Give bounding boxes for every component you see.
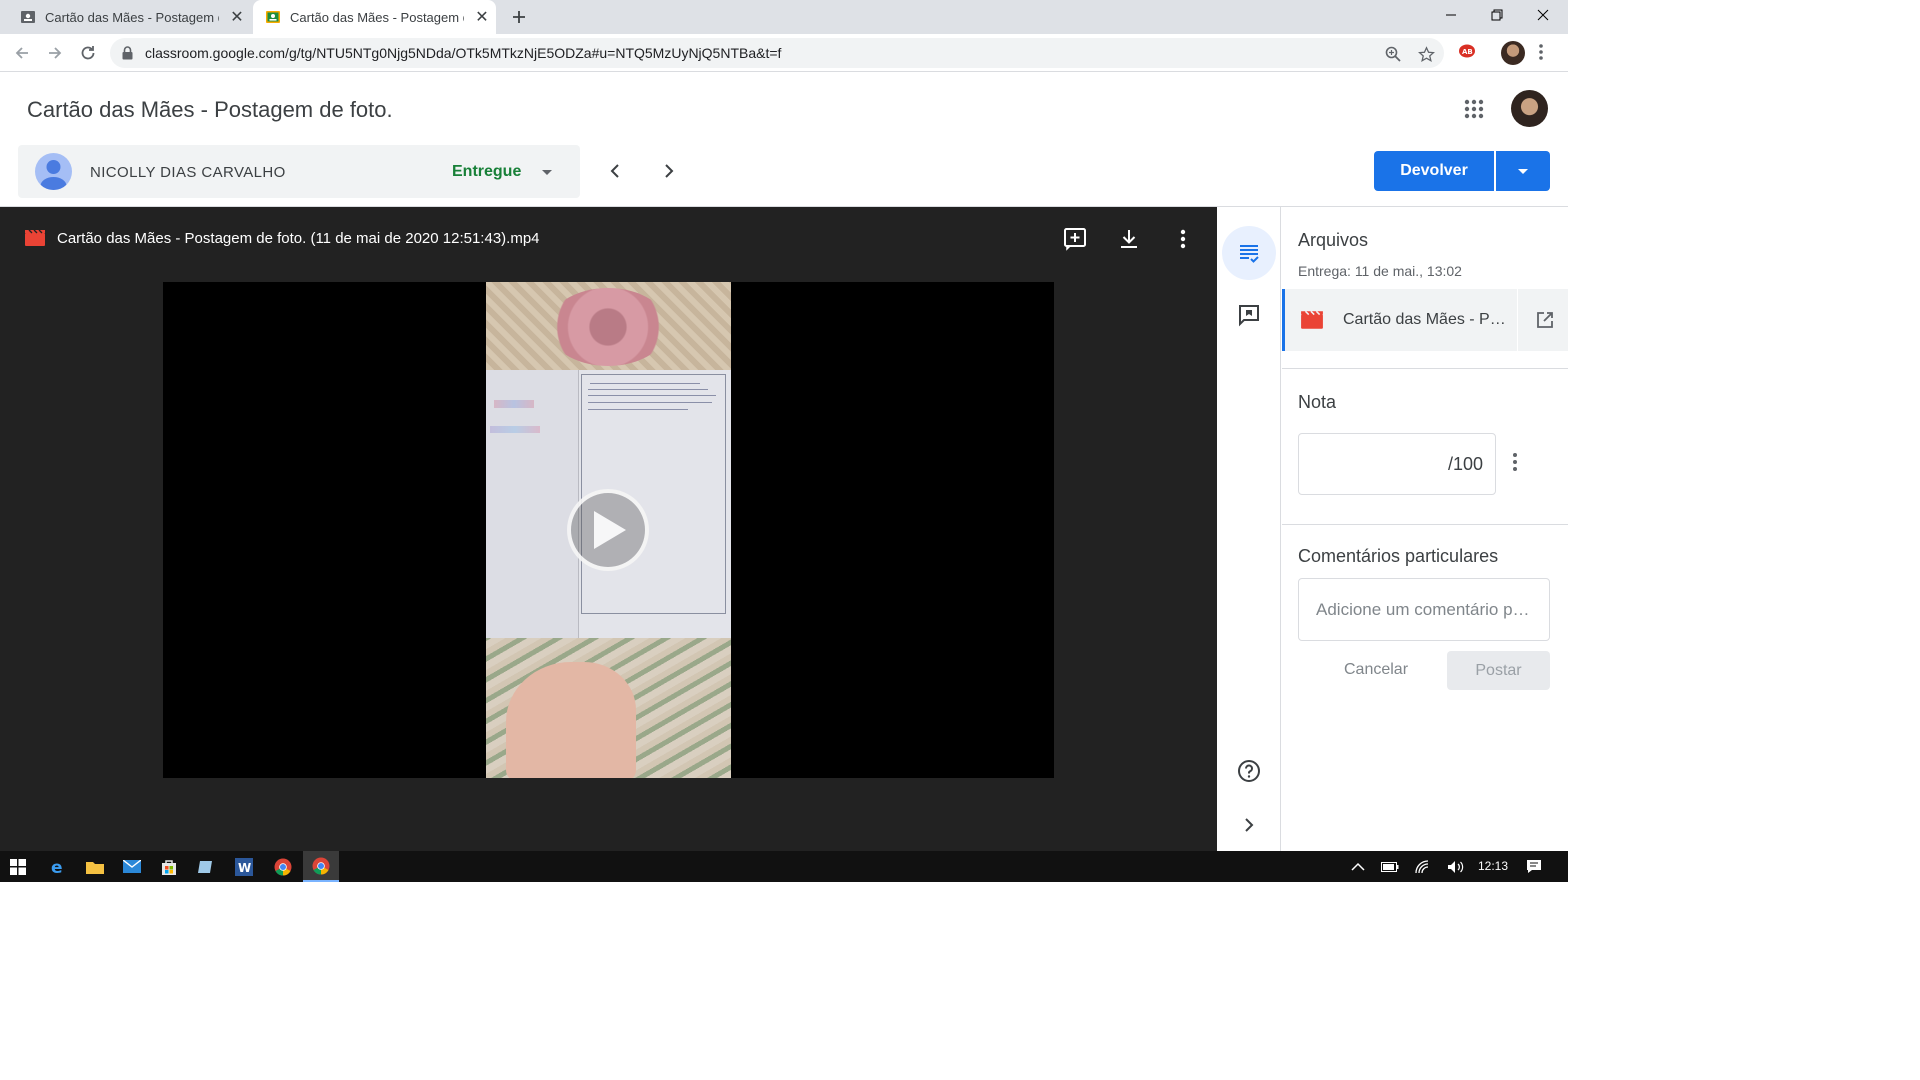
viewer-toolbar: Cartão das Mães - Postagem de foto. (11 …	[0, 207, 1217, 269]
return-options-button[interactable]	[1496, 151, 1550, 191]
google-apps-icon[interactable]	[1462, 97, 1486, 121]
extension-icon[interactable]: AB	[1458, 43, 1476, 64]
student-name: NICOLLY DIAS CARVALHO	[90, 164, 286, 181]
download-icon[interactable]	[1115, 225, 1143, 253]
forward-icon[interactable]	[43, 41, 67, 65]
wifi-icon[interactable]	[1405, 851, 1441, 882]
svg-text:e: e	[51, 858, 63, 876]
store-icon[interactable]	[151, 851, 187, 882]
chevron-down-icon[interactable]	[541, 165, 553, 183]
tray-expand-icon[interactable]	[1340, 851, 1376, 882]
browser-tab-title: Cartão das Mães - Postagem de foto.	[290, 9, 464, 25]
play-icon[interactable]	[567, 489, 649, 571]
file-explorer-icon[interactable]	[77, 851, 113, 882]
star-icon[interactable]	[1417, 45, 1435, 63]
restore-window-icon[interactable]	[1474, 0, 1520, 30]
url-text: classroom.google.com/g/tg/NTU5NTg0Njg5ND…	[145, 45, 782, 61]
grade-more-icon[interactable]	[1512, 452, 1518, 477]
cancel-button[interactable]: Cancelar	[1344, 661, 1408, 679]
browser-tab-strip: Cartão das Mães - Postagem de foto. ✕ Ca…	[0, 0, 1568, 34]
add-comment-icon[interactable]	[1061, 225, 1089, 253]
edge-icon[interactable]: e	[40, 851, 76, 882]
grading-header: Cartão das Mães - Postagem de foto. NICO…	[0, 73, 1568, 207]
post-button[interactable]: Postar	[1447, 651, 1550, 690]
back-icon[interactable]	[10, 41, 34, 65]
browser-tab-2-active[interactable]: Cartão das Mães - Postagem de foto. ✕	[253, 0, 496, 34]
grade-input[interactable]: /100	[1298, 433, 1496, 495]
classroom-favicon-icon	[20, 9, 36, 25]
private-comment-input[interactable]: Adicione um comentário particular...	[1298, 578, 1550, 641]
chevron-down-icon	[1518, 169, 1528, 174]
clock-time: 12:13	[1478, 859, 1509, 873]
account-avatar[interactable]	[1511, 90, 1548, 127]
grade-suffix: /100	[1447, 454, 1483, 474]
more-options-icon[interactable]	[1169, 225, 1197, 253]
windows-taskbar: e W 12:13	[0, 851, 1568, 882]
open-in-new-icon[interactable]	[1517, 289, 1571, 351]
browser-toolbar: classroom.google.com/g/tg/NTU5NTg0Njg5ND…	[0, 34, 1568, 72]
close-tab-icon[interactable]: ✕	[229, 9, 245, 26]
browser-tab-title: Cartão das Mães - Postagem de foto.	[45, 9, 219, 25]
help-icon[interactable]	[1222, 744, 1276, 798]
volume-icon[interactable]	[1438, 851, 1474, 882]
new-tab-icon[interactable]	[508, 6, 530, 28]
svg-text:AB: AB	[1462, 48, 1473, 56]
app-icon[interactable]	[188, 851, 224, 882]
student-selector[interactable]: NICOLLY DIAS CARVALHO Entregue	[18, 145, 580, 198]
comment-placeholder: Adicione um comentário particular...	[1316, 600, 1536, 619]
side-rail	[1217, 207, 1281, 851]
private-comments-heading: Comentários particulares	[1298, 546, 1499, 566]
student-avatar-icon	[35, 153, 72, 190]
classroom-favicon-icon	[265, 9, 281, 25]
zoom-icon[interactable]	[1384, 45, 1402, 63]
chrome-icon[interactable]	[265, 851, 301, 882]
lock-icon	[122, 46, 133, 65]
mail-icon[interactable]	[114, 851, 150, 882]
battery-icon[interactable]	[1372, 851, 1408, 882]
attachment-item[interactable]: Cartão das Mães - Postagem de foto. (11 …	[1282, 289, 1568, 351]
video-file-icon	[24, 229, 46, 252]
file-viewer: Cartão das Mães - Postagem de foto. (11 …	[0, 207, 1217, 851]
minimize-window-icon[interactable]	[1428, 0, 1474, 30]
expand-panel-icon[interactable]	[1222, 798, 1276, 852]
attachment-name: Cartão das Mães - Postagem de foto. (11 …	[1343, 311, 1511, 328]
files-heading: Arquivos	[1298, 230, 1369, 250]
submission-date: Entrega: 11 de mai., 13:02	[1298, 263, 1462, 279]
svg-text:W: W	[238, 861, 251, 875]
video-file-icon	[1300, 310, 1324, 335]
windows-start-icon[interactable]	[0, 851, 36, 882]
close-window-icon[interactable]	[1520, 0, 1566, 30]
files-tab-icon[interactable]	[1222, 226, 1276, 280]
reload-icon[interactable]	[76, 41, 100, 65]
card-left-page	[486, 370, 578, 638]
close-tab-icon[interactable]: ✕	[474, 9, 490, 26]
submission-status: Entregue	[452, 163, 522, 180]
page-title: Cartão das Mães - Postagem de foto.	[27, 97, 393, 122]
grading-panel: Arquivos Entrega: 11 de mai., 13:02 Cart…	[1282, 207, 1568, 851]
comments-tab-icon[interactable]	[1222, 288, 1276, 342]
video-player[interactable]	[163, 282, 1054, 778]
viewer-file-title: Cartão das Mães - Postagem de foto. (11 …	[57, 230, 540, 247]
browser-tab-1[interactable]: Cartão das Mães - Postagem de foto. ✕	[0, 0, 252, 34]
menu-icon[interactable]	[1538, 42, 1544, 67]
return-button[interactable]: Devolver	[1374, 151, 1494, 191]
address-bar[interactable]: classroom.google.com/g/tg/NTU5NTg0Njg5ND…	[110, 38, 1444, 68]
previous-student-icon[interactable]	[603, 159, 627, 183]
grade-heading: Nota	[1298, 392, 1337, 412]
browser-profile-avatar[interactable]	[1501, 41, 1525, 65]
chrome-active-window-icon[interactable]	[303, 851, 339, 882]
word-icon[interactable]: W	[226, 851, 262, 882]
next-student-icon[interactable]	[657, 159, 681, 183]
notifications-icon[interactable]	[1516, 851, 1552, 882]
